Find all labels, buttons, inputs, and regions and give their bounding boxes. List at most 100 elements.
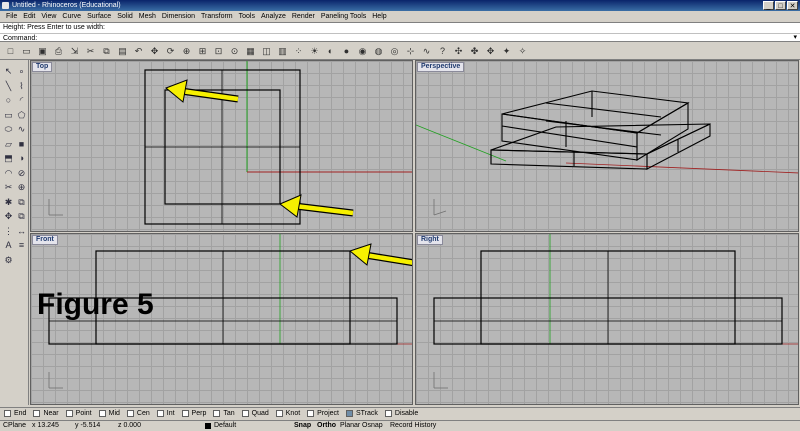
viewport-label-perspective[interactable]: Perspective — [417, 62, 465, 72]
ellipse-icon[interactable]: ⬭ — [3, 124, 14, 135]
rectangle-icon[interactable]: ▭ — [3, 110, 14, 121]
scale-icon[interactable]: ✦ — [501, 46, 512, 57]
paste-icon[interactable]: ▤ — [117, 46, 128, 57]
menu-help[interactable]: Help — [369, 11, 389, 22]
osnap-strack[interactable]: STrack — [345, 410, 378, 417]
osnap-checkbox[interactable] — [156, 410, 164, 417]
osnap-checkbox[interactable] — [275, 410, 283, 417]
env-map-icon[interactable]: ◎ — [389, 46, 400, 57]
osnap-knot[interactable]: Knot — [275, 410, 300, 417]
viewport-label-front[interactable]: Front — [32, 235, 58, 245]
osnap-checkbox[interactable] — [126, 410, 134, 417]
osnap-checkbox[interactable] — [241, 410, 249, 417]
zoom-extents-icon[interactable]: ⊡ — [213, 46, 224, 57]
solid-box-icon[interactable]: ■ — [16, 139, 27, 150]
osnap-tan[interactable]: Tan — [213, 410, 235, 417]
open-file-icon[interactable]: ▭ — [21, 46, 32, 57]
osnap-checkbox[interactable] — [98, 410, 106, 417]
circle-icon[interactable]: ○ — [3, 95, 14, 106]
extrude-icon[interactable]: ⬒ — [3, 153, 14, 164]
four-viewports-icon[interactable]: ▦ — [245, 46, 256, 57]
osnap-mid[interactable]: Mid — [98, 410, 120, 417]
minimize-button[interactable]: _ — [763, 1, 774, 10]
render-icon[interactable]: ◉ — [357, 46, 368, 57]
osnap-checkbox[interactable] — [33, 410, 41, 417]
boolean-icon[interactable]: ◑ — [16, 153, 27, 164]
curve-tools-icon[interactable]: ∿ — [421, 46, 432, 57]
join-icon[interactable]: ⊕ — [16, 182, 27, 193]
zoom-dynamic-icon[interactable]: ⊕ — [181, 46, 192, 57]
layer-icon[interactable]: ≡ — [16, 240, 27, 251]
undo-icon[interactable]: ↶ — [133, 46, 144, 57]
select-icon[interactable]: ↖ — [3, 66, 14, 77]
osnap-end[interactable]: End — [4, 410, 26, 417]
menu-file[interactable]: File — [3, 11, 20, 22]
osnap-perp[interactable]: Perp — [181, 410, 206, 417]
fillet-icon[interactable]: ◠ — [3, 168, 14, 179]
pan-icon[interactable]: ✥ — [149, 46, 160, 57]
dimension-icon[interactable]: ↔ — [16, 226, 27, 237]
menu-surface[interactable]: Surface — [84, 11, 114, 22]
osnap-checkbox[interactable] — [213, 410, 221, 417]
save-file-icon[interactable]: ▣ — [37, 46, 48, 57]
zoom-window-icon[interactable]: ⊞ — [197, 46, 208, 57]
command-dropdown-icon[interactable]: ▾ — [793, 33, 797, 41]
maximize-button[interactable]: □ — [775, 1, 786, 10]
zoom-selected-icon[interactable]: ⊙ — [229, 46, 240, 57]
close-button[interactable]: ✕ — [787, 1, 798, 10]
menu-curve[interactable]: Curve — [59, 11, 84, 22]
osnap-checkbox[interactable] — [181, 410, 189, 417]
properties-icon[interactable]: ⚙ — [3, 255, 14, 266]
surface-icon[interactable]: ▱ — [3, 139, 14, 150]
osnap-checkbox[interactable] — [4, 410, 11, 417]
menu-view[interactable]: View — [38, 11, 59, 22]
new-file-icon[interactable]: □ — [5, 46, 16, 57]
polygon-icon[interactable]: ⬠ — [16, 110, 27, 121]
material-icon[interactable]: ◍ — [373, 46, 384, 57]
trim-icon[interactable]: ✂ — [3, 182, 14, 193]
osnap-point[interactable]: Point — [65, 410, 92, 417]
render-preview-icon[interactable]: ◐ — [325, 46, 336, 57]
print-icon[interactable]: ⎙ — [53, 46, 64, 57]
osnap-checkbox[interactable] — [65, 410, 73, 417]
osnap-checkbox[interactable] — [384, 410, 392, 417]
viewport-top[interactable]: Top — [30, 60, 413, 232]
point-on-icon[interactable]: ⊹ — [405, 46, 416, 57]
freeform-icon[interactable]: ∿ — [16, 124, 27, 135]
menu-edit[interactable]: Edit — [20, 11, 38, 22]
shade-icon[interactable]: ● — [341, 46, 352, 57]
menu-tools[interactable]: Tools — [236, 11, 258, 22]
osnap-project[interactable]: Project — [307, 410, 339, 417]
select-points-icon[interactable]: ⁘ — [293, 46, 304, 57]
osnap-checkbox[interactable] — [345, 410, 353, 417]
menu-analyze[interactable]: Analyze — [258, 11, 289, 22]
osnap-int[interactable]: Int — [156, 410, 175, 417]
text-icon[interactable]: A — [3, 240, 14, 251]
rotate-icon[interactable]: ✥ — [485, 46, 496, 57]
line-icon[interactable]: ╲ — [3, 81, 14, 92]
copy-icon[interactable]: ⧉ — [16, 211, 27, 222]
group-icon[interactable]: ⧉ — [16, 197, 27, 208]
help-icon[interactable]: ? — [437, 46, 448, 57]
move-icon[interactable]: ✥ — [3, 211, 14, 222]
copy-obj-icon[interactable]: ✤ — [469, 46, 480, 57]
split-icon[interactable]: ⊘ — [16, 168, 27, 179]
polyline-icon[interactable]: ⌇ — [16, 81, 27, 92]
viewport-right[interactable]: Right — [415, 233, 799, 405]
array-icon[interactable]: ⋮ — [3, 226, 14, 237]
viewport-perspective[interactable]: Perspective — [415, 60, 799, 232]
command-input[interactable]: Command: — [0, 33, 800, 42]
osnap-quad[interactable]: Quad — [241, 410, 269, 417]
rotate-view-icon[interactable]: ⟳ — [165, 46, 176, 57]
viewport-label-right[interactable]: Right — [417, 235, 443, 245]
copy-icon[interactable]: ⧉ — [101, 46, 112, 57]
arc-icon[interactable]: ◜ — [16, 95, 27, 106]
cut-icon[interactable]: ✂ — [85, 46, 96, 57]
menu-render[interactable]: Render — [289, 11, 318, 22]
explode-icon[interactable]: ✱ — [3, 197, 14, 208]
point-icon[interactable]: ∘ — [16, 66, 27, 77]
menu-dimension[interactable]: Dimension — [159, 11, 198, 22]
menu-mesh[interactable]: Mesh — [136, 11, 159, 22]
osnap-disable[interactable]: Disable — [384, 410, 418, 417]
cplane-icon[interactable]: ◫ — [261, 46, 272, 57]
